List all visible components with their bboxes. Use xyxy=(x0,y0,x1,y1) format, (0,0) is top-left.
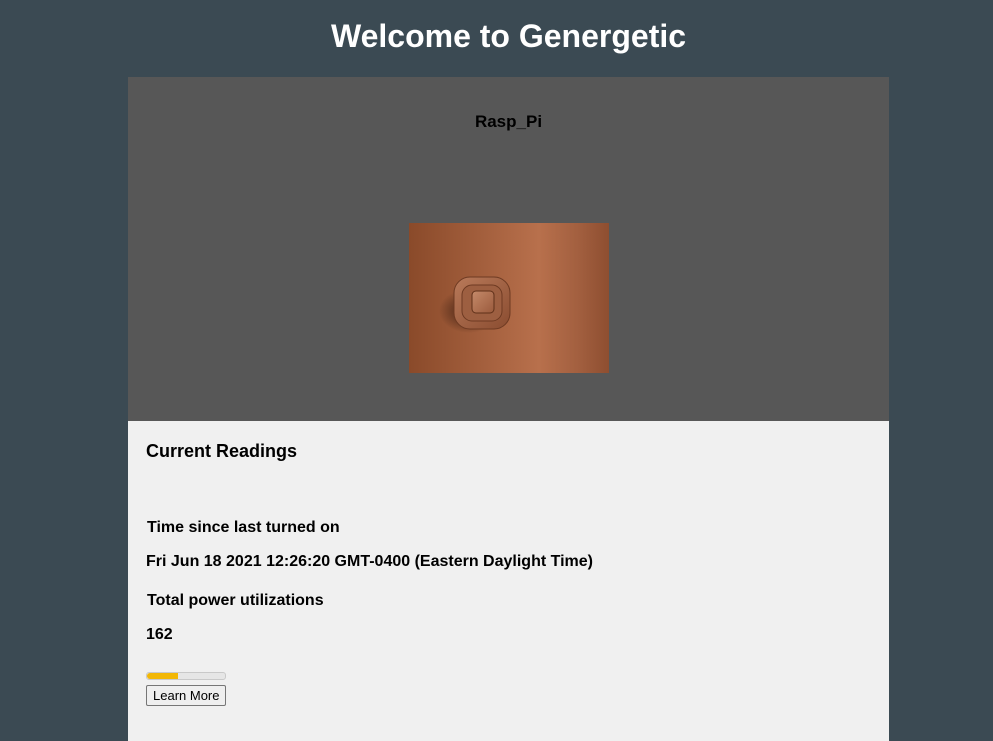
power-progress-bar xyxy=(146,672,226,680)
power-progress-fill xyxy=(147,673,179,679)
page-title: Welcome to Genergetic xyxy=(330,18,687,54)
device-card-header: Rasp_Pi xyxy=(128,77,889,421)
device-name: Rasp_Pi xyxy=(474,112,543,131)
power-utilization-label: Total power utilizations xyxy=(147,592,324,609)
readings-heading: Current Readings xyxy=(146,441,298,461)
device-card: Rasp_Pi Current Readings Time since last… xyxy=(128,77,889,741)
learn-more-button[interactable]: Learn More xyxy=(146,685,227,706)
readings-panel: Current Readings Time since last turned … xyxy=(128,421,889,741)
power-utilization-value: 162 xyxy=(146,626,173,643)
time-since-value: Fri Jun 18 2021 12:26:20 GMT-0400 (Easte… xyxy=(146,553,593,570)
device-image xyxy=(409,223,609,373)
time-since-label: Time since last turned on xyxy=(147,519,340,536)
